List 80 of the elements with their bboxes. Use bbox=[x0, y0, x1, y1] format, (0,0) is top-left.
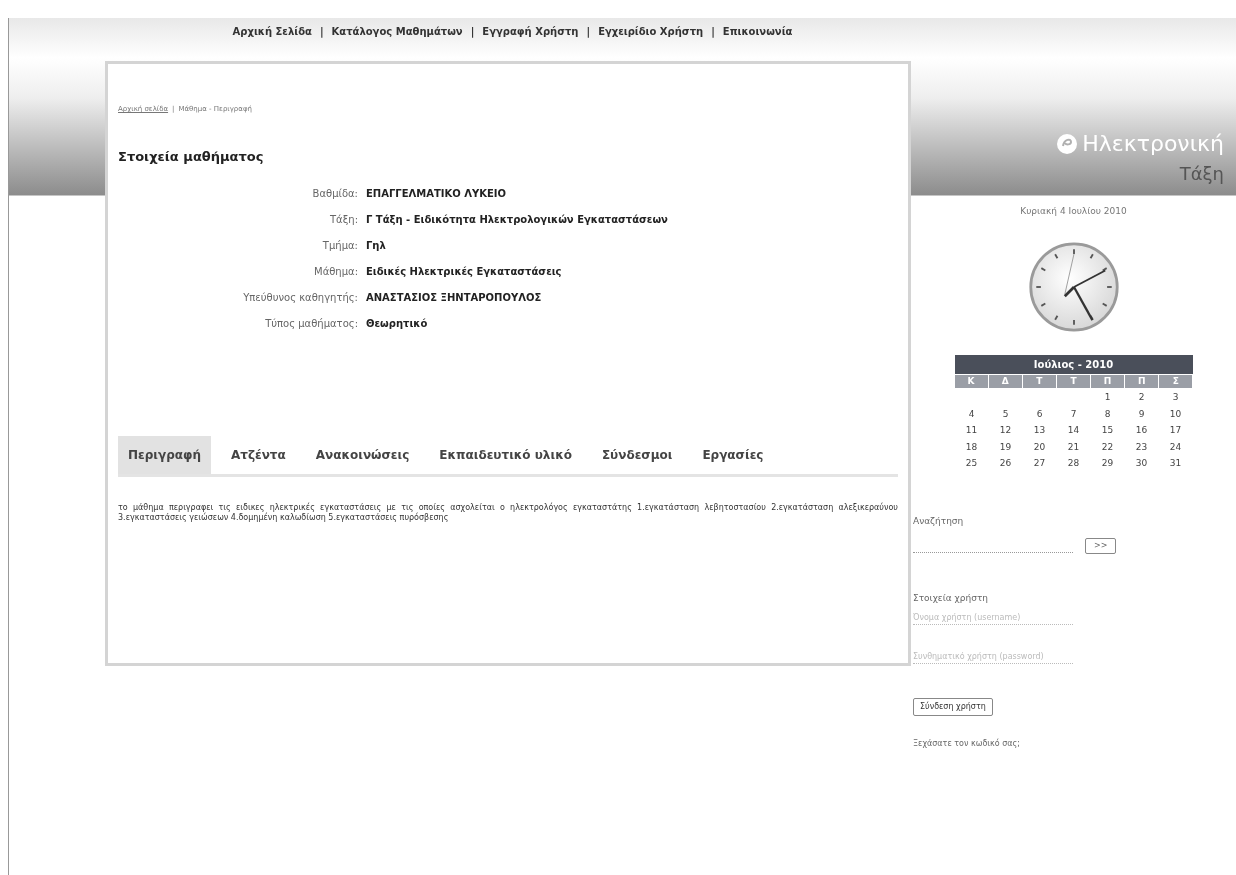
calendar-day[interactable]: 4 bbox=[954, 407, 989, 421]
nav-separator: | bbox=[586, 25, 591, 39]
nav-link[interactable]: Επικοινωνία bbox=[722, 24, 793, 39]
nav-separator: | bbox=[711, 25, 715, 39]
weekday-header: Κ bbox=[954, 374, 988, 388]
logo-icon bbox=[1056, 132, 1079, 155]
search-label: Αναζήτηση bbox=[913, 514, 965, 528]
calendar-day[interactable]: 28 bbox=[1056, 457, 1091, 471]
calendar-day[interactable]: 13 bbox=[1022, 424, 1057, 438]
calendar-day[interactable]: 23 bbox=[1124, 440, 1159, 454]
nav-link[interactable]: Εγχειρίδιο Χρήστη bbox=[598, 24, 704, 39]
calendar-day[interactable]: 9 bbox=[1124, 407, 1159, 421]
weekday-header: Π bbox=[1091, 374, 1125, 388]
calendar-day[interactable]: 5 bbox=[988, 407, 1023, 421]
tab[interactable]: Εργασίες bbox=[692, 436, 774, 474]
weekday-header: Π bbox=[1125, 374, 1159, 388]
date-text: Κυριακή 4 Ιουλίου 2010 bbox=[1020, 205, 1127, 218]
field-value: ΕΠΑΓΓΕΛΜΑΤΙΚΟ ΛΥΚΕΙΟ bbox=[366, 187, 507, 201]
calendar-day[interactable]: 20 bbox=[1022, 440, 1057, 454]
section-title: Στοιχεία μαθήματος bbox=[118, 147, 265, 166]
calendar-day[interactable]: 31 bbox=[1158, 457, 1193, 471]
calendar-title: Ιούλιος - 2010 bbox=[954, 354, 1193, 374]
field-value: Γηλ bbox=[366, 239, 387, 253]
clock-icon bbox=[1027, 240, 1120, 333]
weekday-header: Δ bbox=[988, 374, 1022, 388]
calendar-day[interactable]: 25 bbox=[954, 457, 989, 471]
calendar-day[interactable]: 17 bbox=[1158, 424, 1193, 438]
field-label: Βαθμίδα: bbox=[311, 187, 358, 201]
field-value: Ειδικές Ηλεκτρικές Εγκαταστάσεις bbox=[366, 265, 563, 279]
calendar-day[interactable]: 19 bbox=[988, 440, 1023, 454]
nav-link[interactable]: Κατάλογος Μαθημάτων bbox=[331, 24, 463, 39]
logo-subtitle: Τάξη bbox=[1179, 162, 1224, 186]
weekday-header: Σ bbox=[1159, 374, 1193, 388]
calendar-day[interactable]: 14 bbox=[1056, 424, 1091, 438]
tab[interactable]: Ανακοινώσεις bbox=[305, 436, 420, 474]
calendar-day[interactable]: 26 bbox=[988, 457, 1023, 471]
calendar-day[interactable]: 6 bbox=[1022, 407, 1057, 421]
nav-separator: | bbox=[470, 25, 475, 39]
weekday-header: Τ bbox=[1022, 374, 1056, 388]
field-label: Μάθημα: bbox=[313, 265, 358, 279]
calendar-day[interactable]: 7 bbox=[1056, 407, 1091, 421]
tab[interactable]: Εκπαιδευτικό υλικό bbox=[429, 436, 582, 474]
weekday-header: Τ bbox=[1056, 374, 1091, 388]
calendar-day[interactable]: 10 bbox=[1158, 407, 1193, 421]
calendar-day[interactable]: 27 bbox=[1022, 457, 1057, 471]
username-field[interactable]: Όνομα χρήστη (username) bbox=[913, 611, 1073, 625]
tab[interactable]: Περιγραφή bbox=[118, 436, 211, 474]
calendar-day[interactable]: 2 bbox=[1124, 391, 1159, 405]
calendar-day[interactable]: 12 bbox=[988, 424, 1023, 438]
nav-link[interactable]: Εγγραφή Χρήστη bbox=[482, 24, 579, 39]
calendar-day[interactable]: 11 bbox=[954, 424, 989, 438]
logo-title: Ηλεκτρονική bbox=[1082, 130, 1224, 158]
login-button[interactable]: Σύνδεση χρήστη bbox=[913, 697, 993, 716]
field-value: ΑΝΑΣΤΑΣΙΟΣ ΞΗΝΤΑΡΟΠΟΥΛΟΣ bbox=[366, 291, 543, 305]
field-label: Υπεύθυνος καθηγητής: bbox=[242, 291, 358, 305]
field-label: Τύπος μαθήματος: bbox=[264, 317, 358, 331]
nav-link[interactable]: Αρχική Σελίδα bbox=[232, 24, 312, 39]
search-button[interactable]: >> bbox=[1085, 538, 1117, 554]
calendar-day[interactable]: 21 bbox=[1056, 440, 1091, 454]
calendar-day[interactable]: 30 bbox=[1124, 457, 1159, 471]
tab[interactable]: Σύνδεσμοι bbox=[591, 436, 683, 474]
calendar-day[interactable]: 24 bbox=[1158, 440, 1193, 454]
calendar-day[interactable]: 3 bbox=[1158, 391, 1193, 405]
nav-separator: | bbox=[319, 25, 324, 39]
field-label: Τάξη: bbox=[329, 213, 358, 227]
course-description: το μάθημα περιγραφει τις ειδικες ηλεκτρικές εγκαταστάσεις με τις οποίες ασχολείται ο ηλεκτρολόγος εγκαταστάτης 1.εγκατάσταση λεβητοστασίου 2.εγκατάσταση αλεξικεραύνου 3.εγκαταστάσεις γειώσεων 4.δομημένη καλωδίωση 5.εγκαταστάσεις πυρόσβεσης bbox=[118, 503, 898, 523]
field-label: Τμήμα: bbox=[321, 239, 358, 253]
forgot-password-link[interactable]: Ξεχάσατε τον κωδικό σας; bbox=[913, 737, 1117, 750]
calendar-day[interactable]: 8 bbox=[1090, 407, 1125, 421]
password-field[interactable]: Συνθηματικό χρήστη (password) bbox=[913, 650, 1073, 664]
calendar-day[interactable]: 1 bbox=[1090, 391, 1125, 405]
field-value: Γ Τάξη - Ειδικότητα Ηλεκτρολογικών Εγκαταστάσεων bbox=[366, 213, 669, 227]
user-section-title: Στοιχεία χρήστη bbox=[913, 592, 989, 605]
tab[interactable]: Ατζέντα bbox=[220, 436, 296, 474]
calendar-day[interactable]: 16 bbox=[1124, 424, 1159, 438]
calendar-day[interactable]: 29 bbox=[1090, 457, 1125, 471]
field-value: Θεωρητικό bbox=[366, 317, 429, 331]
calendar-day[interactable]: 18 bbox=[954, 440, 989, 454]
calendar-day[interactable]: 22 bbox=[1090, 440, 1125, 454]
calendar-day[interactable]: 15 bbox=[1090, 424, 1125, 438]
